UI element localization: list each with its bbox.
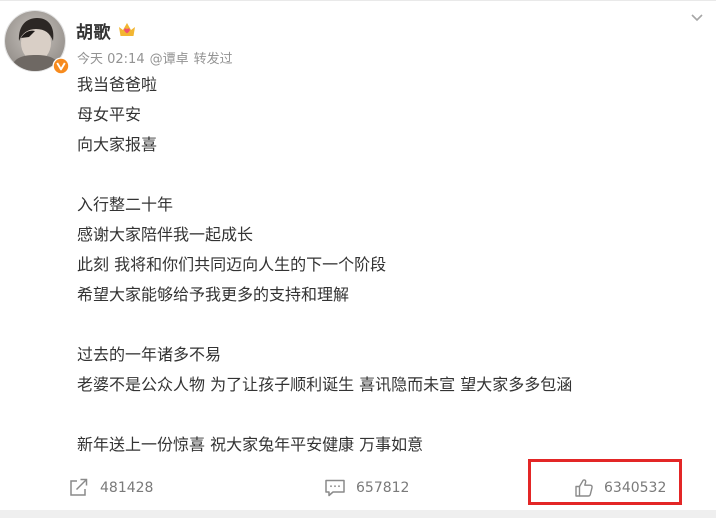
post-line: 入行整二十年 (77, 195, 174, 214)
post-line: 希望大家能够给予我更多的支持和理解 (77, 285, 350, 304)
author-name[interactable]: 胡歌 (76, 18, 111, 43)
post-line: 感谢大家陪伴我一起成长 (77, 225, 254, 244)
post-line: 向大家报喜 (77, 135, 158, 154)
post-meta: 今天 02:14 @谭卓 转发过 (77, 48, 238, 67)
post-line: 我当爸爸啦 (77, 75, 158, 94)
post-line: 母女平安 (77, 105, 142, 124)
post-line: 老婆不是公众人物 为了让孩子顺利诞生 喜讯隐而未宣 望大家多多包涵 (77, 375, 573, 394)
post-time[interactable]: 今天 02:14 (77, 52, 145, 67)
comment-count: 657812 (356, 480, 410, 496)
post-body: 我当爸爸啦 母女平安 向大家报喜 入行整二十年 感谢大家陪伴我一起成长 此刻 我… (77, 70, 697, 460)
post-line: 此刻 我将和你们共同迈向人生的下一个阶段 (77, 255, 387, 274)
like-highlight-box (528, 459, 682, 505)
verified-badge-icon (52, 57, 70, 75)
chevron-down-icon[interactable] (690, 8, 704, 22)
top-divider (0, 0, 716, 1)
share-count: 481428 (100, 480, 154, 496)
share-button[interactable]: 481428 (68, 470, 153, 506)
post-source[interactable]: @谭卓 (150, 52, 189, 67)
author-header: 胡歌 (76, 18, 137, 43)
share-icon (70, 478, 88, 496)
post-line: 新年送上一份惊喜 祝大家兔年平安健康 万事如意 (77, 435, 424, 454)
vip-crown-heart-icon[interactable] (117, 21, 137, 39)
bottom-strip (0, 510, 716, 518)
post-action-label: 转发过 (193, 52, 233, 67)
post-line: 过去的一年诸多不易 (77, 345, 222, 364)
comment-button[interactable]: 657812 (324, 470, 409, 506)
comment-icon (325, 479, 345, 497)
avatar[interactable] (4, 10, 70, 75)
